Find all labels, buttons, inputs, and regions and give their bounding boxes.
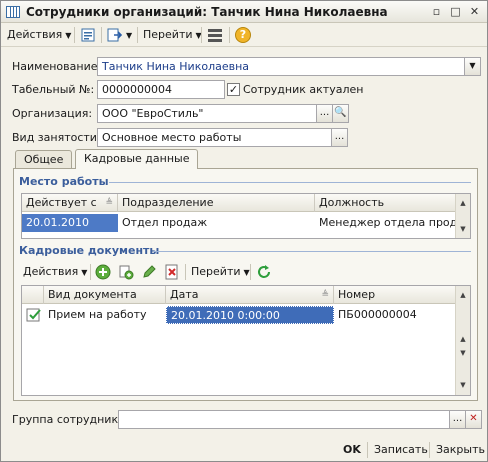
active-employee-label: Сотрудник актуален xyxy=(243,83,364,96)
close-window-button[interactable]: ✕ xyxy=(467,5,482,19)
maximize-button[interactable]: □ xyxy=(448,5,463,19)
scroll-down-icon[interactable]: ▼ xyxy=(456,378,470,392)
cell-doc-type[interactable]: Прием на работу xyxy=(44,306,166,324)
column-header-position[interactable]: Должность xyxy=(315,194,457,212)
cell-date[interactable]: 20.01.2010 0:00:00 xyxy=(166,306,334,324)
column-header-number[interactable]: Номер xyxy=(334,286,457,304)
group-clear-button[interactable]: ✕ xyxy=(465,410,482,429)
search-icon: 🔍 xyxy=(334,107,347,118)
scroll-up-icon[interactable]: ▲ xyxy=(456,288,470,302)
tab-general[interactable]: Общее xyxy=(15,150,73,169)
workplace-table: Действует с ≜ Подразделение Должность 20.… xyxy=(21,193,471,239)
close-button[interactable]: Закрыть xyxy=(436,442,485,458)
catalog-icon xyxy=(6,6,20,18)
ellipsis-icon: ... xyxy=(319,107,330,118)
scroll-down-icon[interactable]: ▼ xyxy=(456,346,470,360)
sort-icon: ≜ xyxy=(105,198,113,208)
structure-button[interactable] xyxy=(80,25,96,45)
goto-menu-label: Перейти xyxy=(143,28,193,41)
hr-docs-goto-menu[interactable]: Перейти ▼ xyxy=(191,262,250,282)
workplace-scrollbar[interactable]: ▲ ▼ xyxy=(455,194,470,238)
group-select-button[interactable]: ... xyxy=(449,410,466,429)
ok-button[interactable]: OK xyxy=(343,442,361,458)
actions-menu[interactable]: Действия ▼ xyxy=(7,25,71,45)
column-header-doc-type[interactable]: Вид документа xyxy=(44,286,166,304)
cell-effective-from[interactable]: 20.01.2010 xyxy=(22,214,118,232)
hr-docs-actions-label: Действия xyxy=(23,265,79,278)
hr-docs-section-title: Кадровые документы xyxy=(19,244,160,257)
go-based-on-button[interactable]: ▼ xyxy=(107,25,132,45)
workplace-table-header: Действует с ≜ Подразделение Должность xyxy=(22,194,457,212)
name-dropdown-button[interactable]: ▼ xyxy=(464,57,481,76)
ellipsis-icon: ... xyxy=(334,131,345,142)
hr-docs-actions-menu[interactable]: Действия ▼ xyxy=(23,262,87,282)
clear-icon: ✕ xyxy=(469,413,478,424)
active-employee-checkbox[interactable]: ✓ xyxy=(227,83,240,96)
hr-docs-table: Вид документа Дата ≜ Номер Прием на работ… xyxy=(21,285,471,396)
edit-icon[interactable] xyxy=(141,264,157,280)
organization-field[interactable]: ООО "ЕвроСтиль" xyxy=(97,104,317,123)
scroll-up-icon[interactable]: ▲ xyxy=(456,196,470,210)
posted-document-icon xyxy=(26,308,41,322)
employment-type-label: Вид занятости: xyxy=(12,131,101,144)
employment-type-field[interactable]: Основное место работы xyxy=(97,128,332,147)
chevron-down-icon: ▼ xyxy=(126,31,133,40)
cell-position[interactable]: Менеджер отдела продаж xyxy=(315,214,457,232)
list-view-button[interactable] xyxy=(207,25,223,45)
actions-menu-label: Действия xyxy=(7,28,63,41)
add-icon[interactable] xyxy=(95,264,111,280)
cell-number[interactable]: ПБ000000004 xyxy=(334,306,457,324)
delete-icon[interactable] xyxy=(164,264,180,280)
sort-icon: ≜ xyxy=(321,290,329,300)
employee-form-window: Сотрудники организаций: Танчик Нина Нико… xyxy=(0,0,488,462)
chevron-down-icon: ▼ xyxy=(81,268,88,277)
tab-hr-data[interactable]: Кадровые данные xyxy=(75,149,199,169)
forward-doc-icon xyxy=(107,28,123,42)
tabnum-label: Табельный №: xyxy=(12,83,95,96)
group-label: Группа сотрудника: xyxy=(12,413,129,426)
name-label: Наименование: xyxy=(12,60,102,73)
employment-type-select-button[interactable]: ... xyxy=(331,128,348,147)
organization-select-button[interactable]: ... xyxy=(316,104,333,123)
help-icon: ? xyxy=(235,27,251,43)
chevron-down-icon: ▼ xyxy=(65,31,72,40)
column-header-icon xyxy=(22,286,44,304)
chevron-down-icon: ▼ xyxy=(243,268,250,277)
title-bar: Сотрудники организаций: Танчик Нина Нико… xyxy=(1,1,487,23)
hr-docs-scrollbar[interactable]: ▲ ▲ ▼ ▼ xyxy=(455,286,470,395)
group-field[interactable] xyxy=(118,410,450,429)
refresh-icon[interactable] xyxy=(256,264,272,280)
window-menu-button[interactable]: ▫ xyxy=(429,5,444,19)
help-button[interactable]: ? xyxy=(235,25,251,45)
goto-menu[interactable]: Перейти ▼ xyxy=(143,25,202,45)
hr-docs-goto-label: Перейти xyxy=(191,265,241,278)
column-header-department[interactable]: Подразделение xyxy=(118,194,315,212)
organization-open-button[interactable]: 🔍 xyxy=(332,104,349,123)
copy-icon[interactable] xyxy=(118,264,134,280)
window-title: Сотрудники организаций: Танчик Нина Нико… xyxy=(26,5,388,19)
ellipsis-icon: ... xyxy=(452,413,463,424)
name-field[interactable]: Танчик Нина Николаевна xyxy=(97,57,465,76)
structure-icon xyxy=(81,28,95,42)
check-icon: ✓ xyxy=(228,83,239,96)
list-icon xyxy=(208,29,222,42)
column-header-date[interactable]: Дата ≜ xyxy=(166,286,334,304)
workplace-section-title: Место работы xyxy=(19,175,109,188)
scroll-up-icon[interactable]: ▲ xyxy=(456,332,470,346)
tabnum-field[interactable]: 0000000004 xyxy=(97,80,225,99)
main-toolbar: Действия ▼ ▼ Перейти ▼ ? xyxy=(1,23,487,47)
scroll-down-icon[interactable]: ▼ xyxy=(456,222,470,236)
chevron-down-icon: ▼ xyxy=(469,61,476,70)
organization-label: Организация: xyxy=(12,107,93,120)
hr-docs-table-header: Вид документа Дата ≜ Номер xyxy=(22,286,457,304)
cell-department[interactable]: Отдел продаж xyxy=(118,214,315,232)
column-header-effective-from[interactable]: Действует с ≜ xyxy=(22,194,118,212)
save-button[interactable]: Записать xyxy=(374,442,428,458)
